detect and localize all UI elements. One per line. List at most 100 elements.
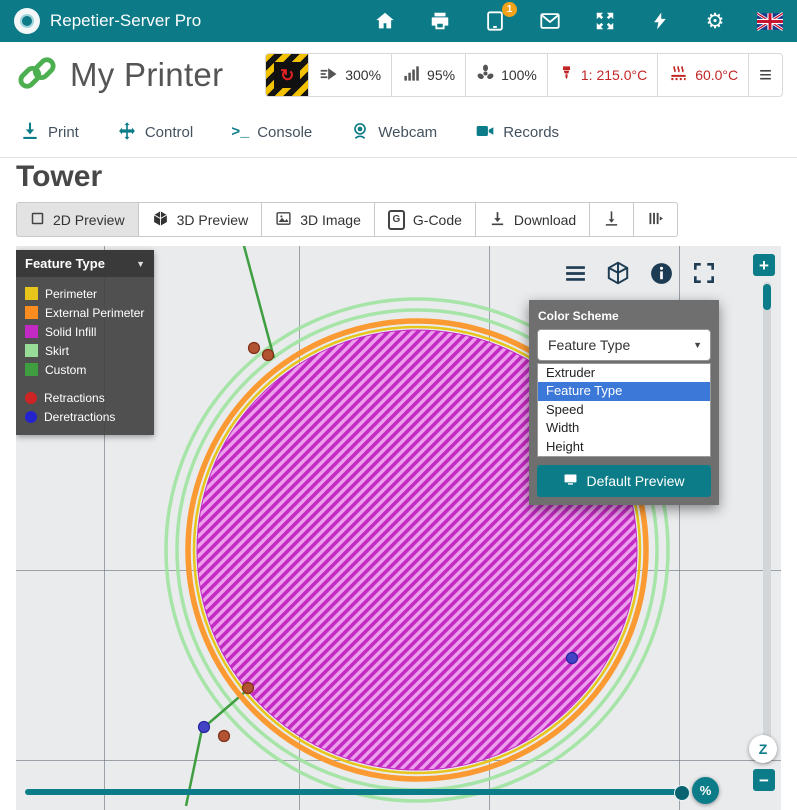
legend-title: Feature Type: [25, 256, 105, 271]
option-speed[interactable]: Speed: [538, 401, 710, 419]
info-icon[interactable]: [648, 260, 674, 286]
language-flag-icon[interactable]: [757, 8, 783, 34]
legend-item-retractions: Retractions: [25, 388, 145, 407]
emergency-stop-button[interactable]: ↻: [266, 54, 308, 96]
legend-item-custom: Custom: [25, 360, 145, 379]
legend-item-solid-infill: Solid Infill: [25, 322, 145, 341]
deretraction-dot: [567, 653, 578, 664]
legend-body: Perimeter External Perimeter Solid Infil…: [16, 277, 154, 435]
bolt-icon[interactable]: [647, 8, 673, 34]
speed-multiplier-button[interactable]: 300%: [308, 54, 391, 96]
tab-label: Control: [145, 124, 193, 141]
layer-slider-track[interactable]: [763, 282, 771, 764]
retraction-marker: [25, 392, 37, 404]
popup-title: Color Scheme: [538, 309, 711, 323]
layer-slider-handle[interactable]: [763, 284, 771, 310]
monitor-icon: [563, 472, 578, 490]
tablet-icon[interactable]: 1: [482, 8, 508, 34]
color-scheme-options: Extruder Feature Type Speed Width Height: [537, 363, 711, 457]
expand-icon[interactable]: [592, 8, 618, 34]
bars-play-icon: [647, 210, 664, 230]
gear-icon[interactable]: ⚙: [702, 8, 728, 34]
flow-multiplier-button[interactable]: 95%: [391, 54, 465, 96]
color-swatch: [25, 363, 38, 376]
legend-label: Custom: [45, 363, 86, 377]
3d-preview-button[interactable]: 3D Preview: [138, 202, 263, 237]
progress-slider-handle[interactable]: [674, 785, 690, 801]
zoom-in-button[interactable]: +: [753, 254, 775, 276]
legend-label: Solid Infill: [45, 325, 96, 339]
fan-icon: [476, 64, 495, 86]
preview-menu-icon[interactable]: [562, 260, 588, 286]
app-logo-icon: [14, 8, 40, 34]
gcode-2d-preview-canvas[interactable]: Feature Type ▼ Perimeter External Perime…: [16, 246, 781, 810]
flow-value: 95%: [427, 67, 455, 83]
extruder-temp-button[interactable]: 1: 215.0°C: [547, 54, 657, 96]
heated-bed-icon: [668, 64, 689, 86]
printer-icon[interactable]: [427, 8, 453, 34]
3d-image-button[interactable]: 3D Image: [261, 202, 375, 237]
color-swatch: [25, 287, 38, 300]
legend-item-skirt: Skirt: [25, 341, 145, 360]
speed-icon: [319, 64, 339, 87]
button-label: Default Preview: [586, 473, 684, 489]
speed-value: 300%: [345, 67, 381, 83]
option-feature-type[interactable]: Feature Type: [538, 382, 710, 400]
statistics-button[interactable]: [633, 202, 678, 237]
legend-header[interactable]: Feature Type ▼: [16, 250, 154, 277]
fullscreen-icon[interactable]: [691, 260, 717, 286]
bed-temp-button[interactable]: 60.0°C: [657, 54, 748, 96]
retraction-dot: [263, 350, 274, 361]
legend-panel: Feature Type ▼ Perimeter External Perime…: [16, 250, 154, 435]
cube-icon: [152, 210, 169, 230]
fan-speed-button[interactable]: 100%: [465, 54, 547, 96]
printer-menu-button[interactable]: ≡: [748, 54, 782, 96]
default-preview-button[interactable]: Default Preview: [537, 465, 711, 497]
color-scheme-select[interactable]: Feature Type ▼: [537, 329, 711, 361]
option-width[interactable]: Width: [538, 419, 710, 437]
printer-name: My Printer: [70, 56, 223, 94]
progress-slider-track[interactable]: [25, 789, 688, 795]
color-scheme-popup: Color Scheme Feature Type ▼ Extruder Fea…: [529, 300, 719, 505]
zoom-out-button[interactable]: −: [753, 769, 775, 791]
webcam-icon: [350, 121, 370, 145]
tab-webcam[interactable]: Webcam: [350, 121, 437, 145]
preview-3d-cube-icon[interactable]: [605, 260, 631, 286]
deretraction-dot: [199, 722, 210, 733]
selected-option: Feature Type: [548, 337, 630, 353]
hazard-stripes: ↻: [266, 54, 308, 96]
tab-console[interactable]: >_ Console: [231, 124, 312, 141]
button-label: G-Code: [413, 212, 462, 228]
layer-arrow-icon: [603, 210, 620, 230]
brand-link[interactable]: Repetier-Server Pro: [14, 8, 201, 34]
download-icon: [489, 210, 506, 230]
legend-item-external-perimeter: External Perimeter: [25, 303, 145, 322]
retraction-dot: [249, 343, 260, 354]
top-navbar: Repetier-Server Pro 1 ⚙: [0, 0, 797, 42]
tab-label: Webcam: [378, 124, 437, 141]
option-extruder[interactable]: Extruder: [538, 364, 710, 382]
layer-tool-button[interactable]: [589, 202, 634, 237]
restart-arrow-icon: ↻: [274, 62, 300, 88]
option-height[interactable]: Height: [538, 438, 710, 456]
percent-mode-button[interactable]: %: [692, 777, 719, 804]
preview-toolbar: 2D Preview 3D Preview 3D Image G G-Code …: [16, 202, 678, 237]
image-icon: [275, 210, 292, 230]
download-button[interactable]: Download: [475, 202, 590, 237]
page-title: Tower: [16, 160, 102, 194]
printer-header: My Printer ↻ 300% 95% 100%: [0, 42, 797, 108]
tab-records[interactable]: Records: [475, 121, 559, 145]
tab-print[interactable]: Print: [20, 121, 79, 145]
z-mode-button[interactable]: Z: [749, 735, 777, 763]
video-camera-icon: [475, 121, 495, 145]
extruder-temp-icon: [558, 64, 575, 86]
extruder-temp-value: 1: 215.0°C: [581, 67, 647, 83]
color-swatch: [25, 306, 38, 319]
gcode-button[interactable]: G G-Code: [374, 202, 476, 237]
square-icon: [30, 211, 45, 229]
notification-badge: 1: [502, 2, 517, 17]
home-icon[interactable]: [372, 8, 398, 34]
tab-control[interactable]: Control: [117, 121, 193, 145]
mail-icon[interactable]: [537, 8, 563, 34]
2d-preview-button[interactable]: 2D Preview: [16, 202, 139, 237]
